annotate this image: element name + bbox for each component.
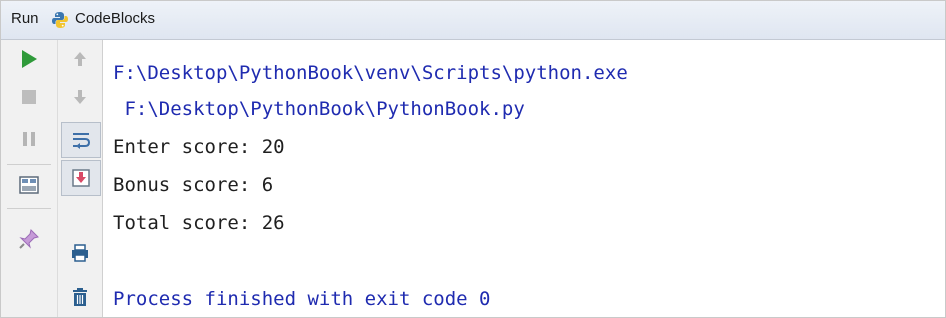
down-arrow-icon[interactable] [62, 80, 98, 114]
rerun-icon[interactable] [11, 42, 47, 76]
run-config-name[interactable]: CodeBlocks [75, 10, 155, 27]
run-title-bar: Run CodeBlocks [1, 1, 945, 40]
toolbar-divider [7, 164, 51, 165]
pause-icon[interactable] [11, 122, 47, 156]
print-icon[interactable] [62, 236, 98, 270]
run-toolbar-primary [1, 40, 58, 317]
run-toolbar-secondary [58, 40, 103, 317]
trash-icon[interactable] [62, 280, 98, 314]
console-exit-line: Process finished with exit code 0 [113, 288, 491, 310]
console-output-line: Enter score: 20 [113, 136, 285, 158]
run-tool-window: Run CodeBlocks F:\Desktop\PythonBook\ven… [0, 0, 946, 318]
console-output-line: Total score: 26 [113, 212, 285, 234]
toolbar-divider [7, 208, 51, 209]
scroll-to-end-icon[interactable] [61, 160, 101, 196]
stop-icon[interactable] [11, 80, 47, 114]
soft-wrap-icon[interactable] [61, 122, 101, 158]
pin-icon[interactable] [11, 222, 47, 256]
console-output[interactable]: F:\Desktop\PythonBook\venv\Scripts\pytho… [113, 41, 933, 317]
layout-icon[interactable] [11, 168, 47, 202]
python-logo-icon [51, 11, 69, 29]
console-command-line: F:\Desktop\PythonBook\PythonBook.py [113, 98, 525, 120]
up-arrow-icon[interactable] [62, 42, 98, 76]
console-command-line: F:\Desktop\PythonBook\venv\Scripts\pytho… [113, 62, 628, 84]
run-tab-label[interactable]: Run [11, 10, 39, 27]
console-output-line: Bonus score: 6 [113, 174, 274, 196]
